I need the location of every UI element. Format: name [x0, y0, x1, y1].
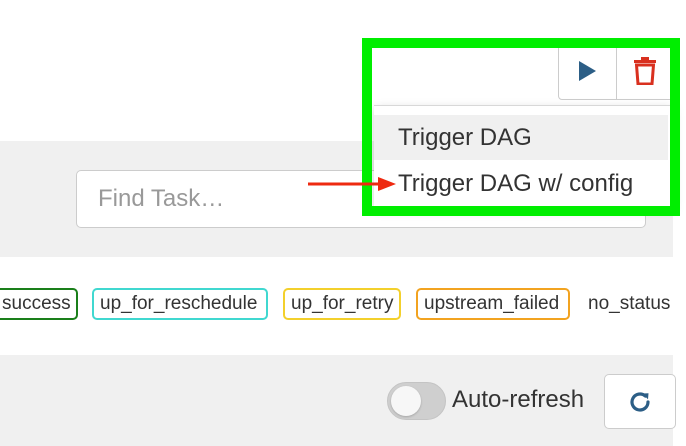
refresh-icon: [630, 391, 650, 412]
trash-icon: [633, 57, 656, 85]
auto-refresh-label: Auto-refresh: [452, 386, 585, 413]
menu-item-trigger-dag[interactable]: Trigger DAG: [374, 115, 668, 160]
trigger-dag-button[interactable]: [559, 43, 617, 99]
pointer-arrow-icon: [308, 177, 396, 191]
delete-dag-button[interactable]: [617, 43, 674, 99]
refresh-button[interactable]: [604, 374, 676, 429]
legend-up-for-retry[interactable]: up_for_retry: [283, 288, 401, 320]
trigger-dropdown-menu: Trigger DAG Trigger DAG w/ config: [374, 105, 674, 206]
legend-no-status[interactable]: no_status: [580, 288, 679, 320]
dag-actions-group: [558, 42, 674, 100]
menu-item-trigger-dag-with-config[interactable]: Trigger DAG w/ config: [374, 161, 668, 206]
legend-upstream-failed[interactable]: upstream_failed: [416, 288, 570, 320]
legend-up-for-reschedule[interactable]: up_for_reschedule: [92, 288, 268, 320]
toggle-knob: [391, 386, 421, 416]
play-icon: [579, 61, 597, 81]
auto-refresh-toggle[interactable]: [387, 382, 446, 420]
legend-success[interactable]: success: [0, 288, 78, 320]
